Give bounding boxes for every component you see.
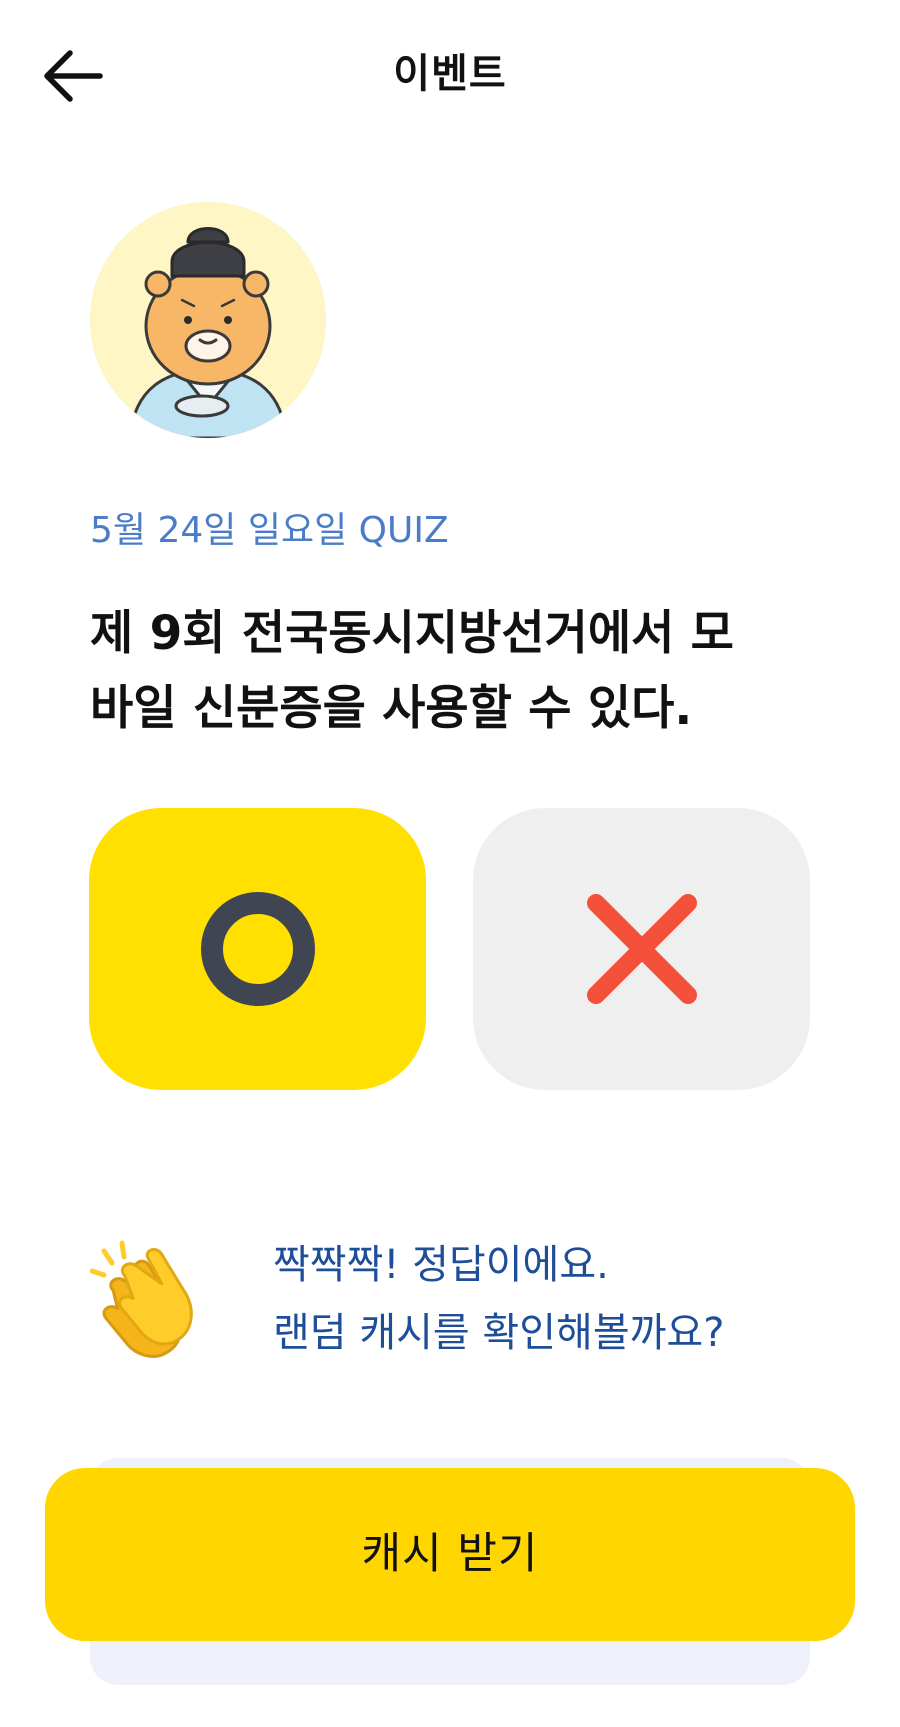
x-cross-icon: [586, 894, 697, 1004]
result-subtitle: 랜덤 캐시를 확인해볼까요?: [273, 1310, 725, 1356]
clapping-hands-icon: [90, 1237, 222, 1369]
quiz-question: 제 9회 전국동시지방선거에서 모 바일 신분증을 사용할 수 있다.: [90, 596, 830, 746]
header-bar: 이벤트: [0, 0, 900, 150]
answer-x-button[interactable]: [473, 808, 810, 1090]
answer-o-button[interactable]: [89, 808, 426, 1090]
page-title: 이벤트: [393, 51, 507, 97]
get-cash-button[interactable]: 캐시 받기: [45, 1468, 855, 1641]
character-avatar: [90, 202, 326, 438]
result-message: 짝짝짝! 정답이에요. 랜덤 캐시를 확인해볼까요?: [90, 1225, 850, 1385]
get-cash-button-label: 캐시 받기: [361, 1529, 539, 1579]
quiz-date-label: 5월 24일 일요일 QUIZ: [90, 510, 449, 551]
quiz-question-line: 제 9회 전국동시지방선거에서 모: [90, 606, 734, 661]
result-title: 짝짝짝! 정답이에요.: [273, 1242, 609, 1288]
circle-o-icon: [200, 892, 315, 1006]
quiz-question-line: 바일 신분증을 사용할 수 있다.: [90, 681, 693, 736]
